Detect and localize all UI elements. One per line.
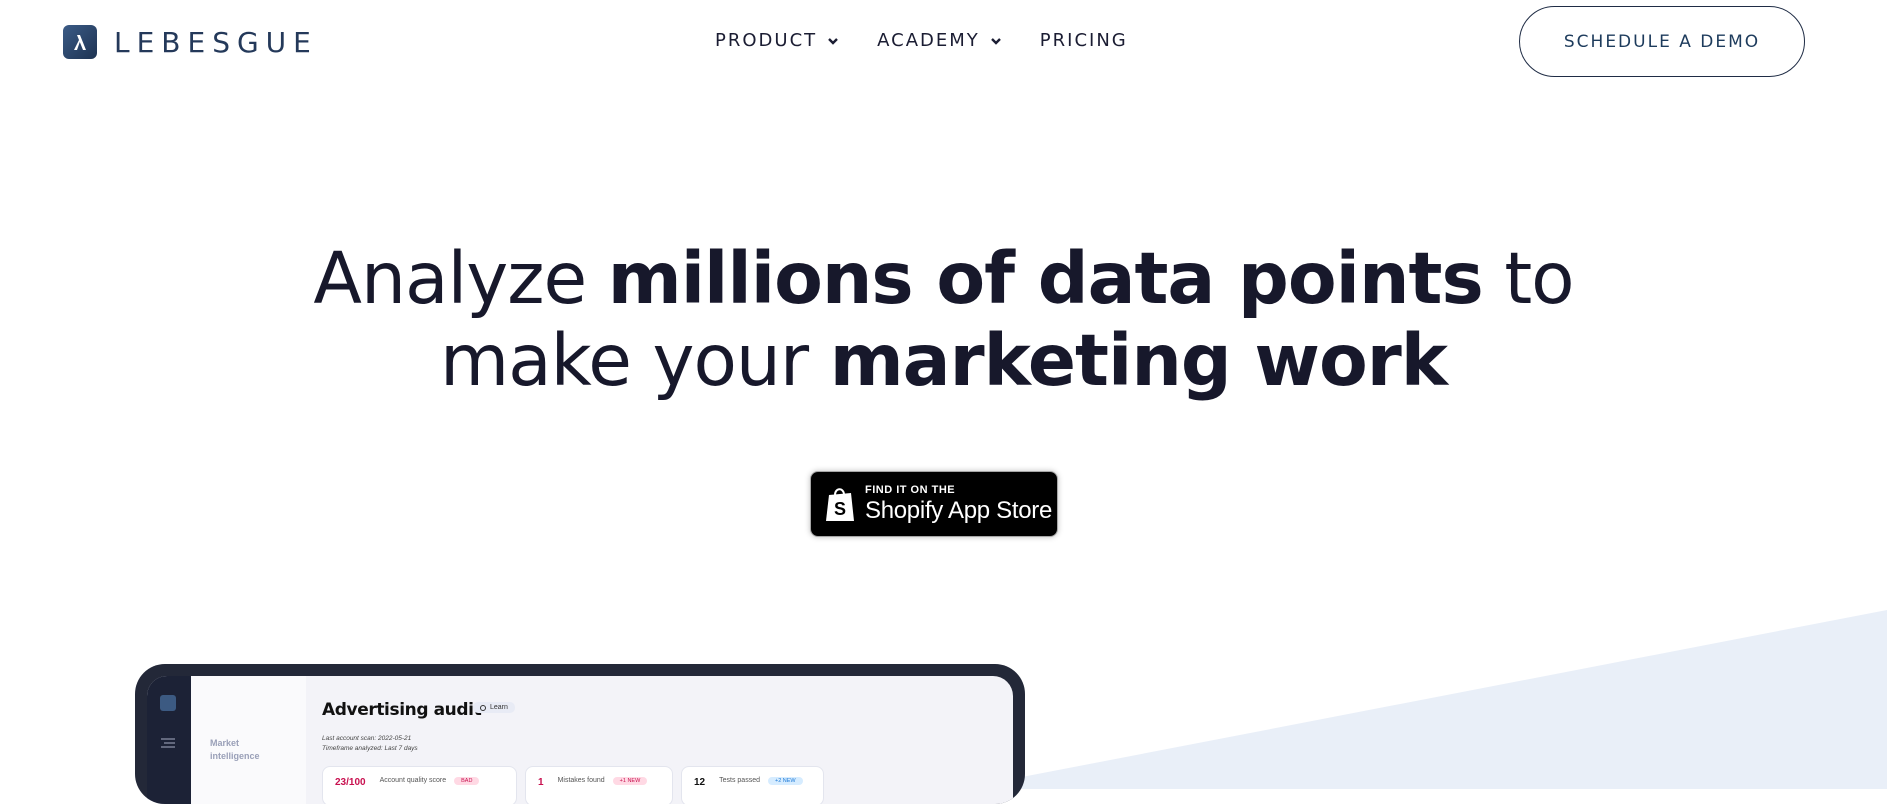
site-header: LEBESGUE PRODUCT ACADEMY PRICING SCHEDUL… [0,0,1887,86]
chevron-down-icon [990,37,1001,45]
status-badge: +1 NEW [612,777,648,785]
hero-text: to [1482,237,1574,320]
lambda-logo-icon [63,25,97,59]
card-value: 23/100 [335,777,366,788]
schedule-demo-button[interactable]: SCHEDULE A DEMO [1519,6,1805,77]
nav-item-label: ACADEMY [877,30,980,51]
info-icon [480,704,486,711]
learn-button: Learn [473,702,515,713]
status-badge: +2 NEW [767,777,803,785]
hero-heading: Analyze millions of data points to make … [0,238,1887,402]
subnav-item-market-intelligence: Market intelligence [210,737,260,763]
score-card: 23/100 Account quality score BAD [322,766,517,804]
app-content: Advertising audit Learn Last account sca… [322,676,1013,804]
shopify-app-store-badge[interactable]: S FIND IT ON THE Shopify App Store [810,471,1058,537]
hero-emphasis: millions of data points [607,237,1484,320]
chevron-down-icon [828,37,838,45]
hero-emphasis: marketing work [829,319,1448,402]
meta-line: Timeframe analyzed: Last 7 days [322,745,418,752]
nav-item-pricing[interactable]: PRICING [1040,30,1128,51]
badge-small-text: FIND IT ON THE [865,484,956,496]
app-subnav: Market intelligence [191,676,306,804]
card-value: 1 [538,777,544,788]
audit-meta: Last account scan: 2022-05-21 Timeframe … [322,734,418,754]
hero-line-1: Analyze millions of data points to [0,238,1887,320]
nav-item-label: PRODUCT [715,30,818,51]
shopify-bag-icon: S [826,488,854,521]
app-logo-icon [160,695,176,711]
meta-line: Last account scan: 2022-05-21 [322,735,412,742]
subnav-label: Market [210,738,240,748]
brand-name: LEBESGUE [114,25,318,59]
nav-item-label: PRICING [1039,30,1128,51]
audit-title: Advertising audit [322,700,482,720]
tests-card: 12 Tests passed +2 NEW [681,766,824,804]
card-label: Tests passed [719,777,760,784]
audit-cards: 23/100 Account quality score BAD 1 Mista… [322,766,832,804]
card-value: 12 [694,777,706,788]
mistakes-card: 1 Mistakes found +1 NEW [525,766,673,804]
card-label: Account quality score [379,777,447,784]
menu-icon [161,738,175,748]
learn-label: Learn [490,704,508,711]
status-badge: BAD [454,777,480,785]
badge-text: FIND IT ON THE Shopify App Store [865,484,1052,524]
svg-text:S: S [834,499,846,519]
app-preview-screen: Market intelligence Advertising audit Le… [147,676,1013,804]
hero-text: Analyze [313,237,608,320]
subnav-label: intelligence [210,751,260,761]
brand-logo[interactable]: LEBESGUE [63,25,318,59]
hero-text: make your [439,319,830,402]
badge-big-text: Shopify App Store [865,497,1053,524]
nav-item-academy[interactable]: ACADEMY [877,30,1002,51]
hero-line-2: make your marketing work [0,320,1887,402]
app-sidebar [147,676,191,804]
nav-item-product[interactable]: PRODUCT [715,30,839,51]
app-preview-device: Market intelligence Advertising audit Le… [135,664,1025,804]
card-label: Mistakes found [557,777,605,784]
main-nav: PRODUCT ACADEMY PRICING [715,30,1128,51]
